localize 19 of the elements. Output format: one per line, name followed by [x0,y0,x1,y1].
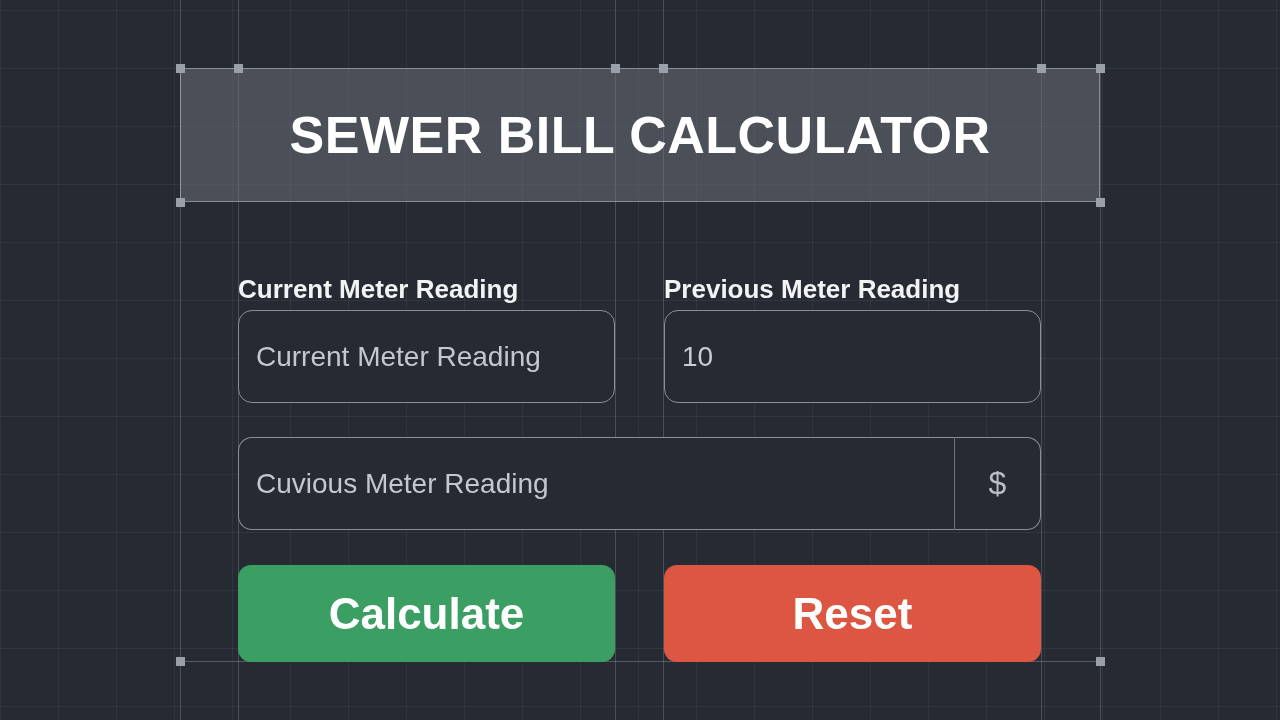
meter-reading-input[interactable]: 10 [664,310,1041,403]
meter-reading-input[interactable]: Current Meter Reading [238,310,615,403]
currency-suffix: $ [954,437,1041,530]
page-title: SEWER BILL CALCULATOR [289,105,991,165]
calculate-button[interactable]: Calculate [238,565,615,662]
resize-handle[interactable] [234,64,243,73]
resize-handle[interactable] [176,198,185,207]
resize-handle[interactable] [1096,198,1105,207]
resize-handle[interactable] [611,64,620,73]
resize-handle[interactable] [176,657,185,666]
resize-handle[interactable] [176,64,185,73]
resize-handle[interactable] [659,64,668,73]
field-label: Previous Meter Reading [664,273,962,306]
resize-handle[interactable] [1096,64,1105,73]
reset-button[interactable]: Reset [664,565,1041,662]
amount-input[interactable]: Cuvious Meter Reading [238,437,954,530]
field-label: Current Meter Reading [238,273,520,306]
resize-handle[interactable] [1037,64,1046,73]
resize-handle[interactable] [1096,657,1105,666]
